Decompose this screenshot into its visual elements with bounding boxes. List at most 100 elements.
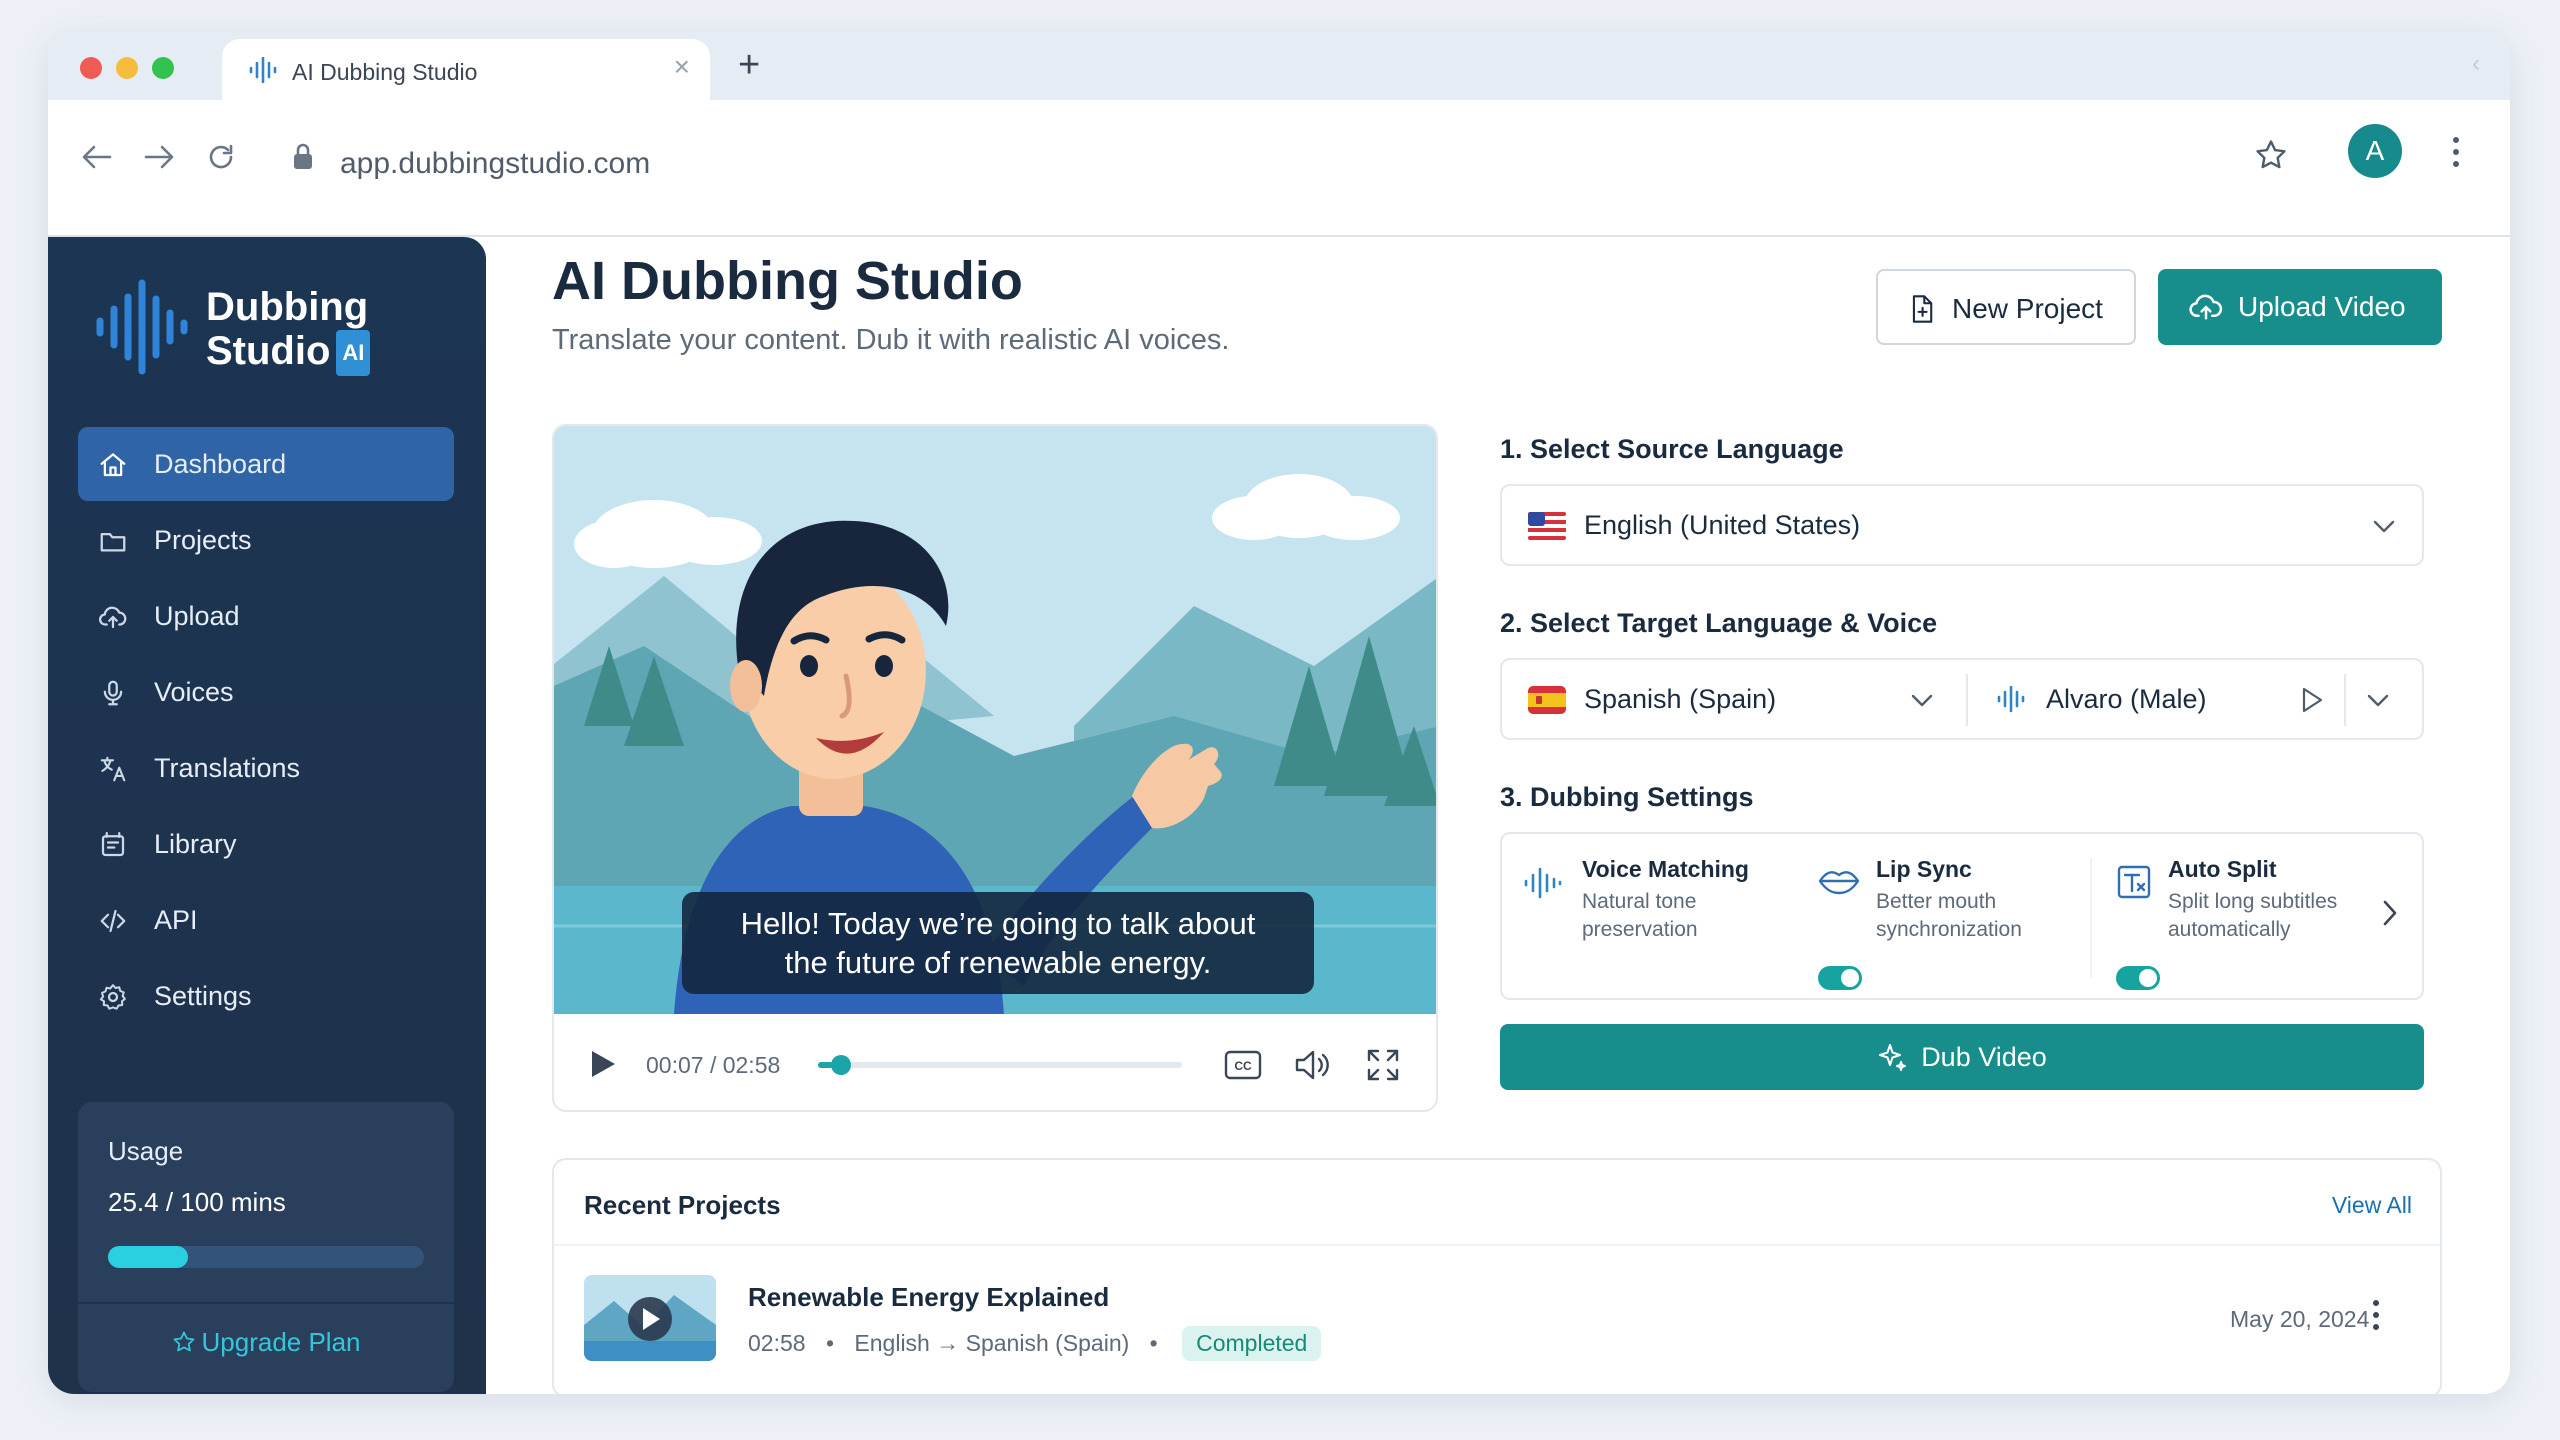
code-icon	[100, 909, 126, 933]
reload-icon[interactable]	[206, 142, 236, 172]
lips-icon	[1818, 871, 1860, 895]
feature-desc-line-2: automatically	[2168, 918, 2291, 941]
usage-divider	[78, 1302, 454, 1304]
page-subtitle: Translate your content. Dub it with real…	[552, 324, 1230, 356]
browser-window: AI Dubbing Studio × + ‹ app.dubbingstudi…	[48, 32, 2510, 1394]
play-icon[interactable]	[588, 1048, 618, 1080]
sidebar-item-translations[interactable]: Translations	[78, 731, 454, 805]
feature-title: Lip Sync	[1876, 856, 1972, 882]
browser-menu-icon[interactable]	[2450, 134, 2462, 170]
sidebar-item-label: Library	[154, 829, 237, 859]
brand-line-2: Studio AI	[206, 329, 371, 376]
auto-split-toggle[interactable]	[2116, 966, 2160, 990]
folder-icon	[100, 533, 126, 552]
play-preview-icon[interactable]	[2300, 686, 2324, 714]
dub-video-button[interactable]: Dub Video	[1500, 1024, 2424, 1090]
feature-title: Voice Matching	[1582, 856, 1749, 882]
sidebar: Dubbing Studio AI Dashboard Projects Uplo…	[48, 237, 486, 1394]
tab-bar: AI Dubbing Studio × + ‹	[48, 32, 2510, 100]
player-controls: 00:07 / 02:58 CC	[554, 1014, 1436, 1110]
new-project-button[interactable]: New Project	[1876, 269, 2136, 345]
upgrade-plan-button[interactable]: Upgrade Plan	[78, 1327, 454, 1358]
project-date: May 20, 2024	[2230, 1306, 2370, 1332]
status-badge: Completed	[1182, 1326, 1322, 1361]
usage-progress-bar	[108, 1246, 424, 1268]
meta-separator: •	[1149, 1330, 1158, 1356]
chevron-right-icon[interactable]	[2380, 898, 2400, 928]
sidebar-item-upload[interactable]: Upload	[78, 579, 454, 653]
sparkle-icon	[1879, 1044, 1907, 1071]
select-divider	[2344, 674, 2346, 726]
dub-video-content: Dub Video	[1500, 1024, 2424, 1090]
source-language-select[interactable]: English (United States)	[1500, 484, 2424, 566]
sidebar-item-dashboard[interactable]: Dashboard	[78, 427, 454, 501]
feature-description: Split long subtitles automatically	[2168, 888, 2337, 944]
feature-desc-line-1: Better mouth	[1876, 890, 1997, 913]
us-flag-icon	[1528, 512, 1566, 540]
row-menu-icon[interactable]	[2370, 1298, 2382, 1332]
project-name: Renewable Energy Explained	[748, 1282, 1110, 1312]
minimize-window-dot[interactable]	[116, 57, 138, 79]
bookmark-star-icon[interactable]	[2254, 138, 2288, 172]
sidebar-item-label: API	[154, 905, 198, 935]
target-language-title: 2. Select Target Language & Voice	[1500, 608, 1938, 638]
source-language-title: 1. Select Source Language	[1500, 434, 1844, 464]
select-divider	[1966, 674, 1968, 726]
back-icon[interactable]	[82, 144, 112, 170]
maximize-window-dot[interactable]	[152, 57, 174, 79]
recent-divider	[554, 1244, 2440, 1246]
fullscreen-icon[interactable]	[1366, 1048, 1400, 1082]
brand-line-2-text: Studio	[206, 329, 331, 373]
sidebar-item-settings[interactable]: Settings	[78, 959, 454, 1033]
svg-text:CC: CC	[1234, 1059, 1252, 1073]
seek-bar-handle[interactable]	[830, 1055, 851, 1075]
user-avatar[interactable]: A	[2348, 124, 2402, 178]
feature-desc-line-2: preservation	[1582, 918, 1698, 941]
voice-select[interactable]: Alvaro (Male)	[1970, 660, 2422, 738]
sidebar-item-projects[interactable]: Projects	[78, 503, 454, 577]
project-thumbnail	[584, 1275, 716, 1361]
feature-description: Natural tone preservation	[1582, 888, 1698, 944]
closed-captions-icon[interactable]: CC	[1224, 1050, 1262, 1080]
feature-desc-line-1: Natural tone	[1582, 890, 1697, 913]
close-window-dot[interactable]	[80, 57, 102, 79]
tab-close-icon[interactable]: ×	[674, 51, 690, 83]
chevron-down-icon[interactable]	[2366, 690, 2390, 710]
sidebar-item-voices[interactable]: Voices	[78, 655, 454, 729]
subtitle-line-1: Hello! Today we’re going to talk about	[740, 906, 1256, 941]
lip-sync-toggle[interactable]	[1818, 966, 1862, 990]
subtitle-split-icon	[2117, 865, 2151, 899]
page-title: AI Dubbing Studio	[552, 251, 1023, 311]
new-document-icon	[1912, 295, 1933, 323]
voice-value: Alvaro (Male)	[2046, 684, 2207, 714]
upload-video-button[interactable]: Upload Video	[2158, 269, 2442, 345]
browser-tab[interactable]: AI Dubbing Studio ×	[222, 39, 710, 100]
project-meta: 02:58 • English → Spanish (Spain) • Comp…	[748, 1326, 1322, 1361]
sidebar-item-library[interactable]: Library	[78, 807, 454, 881]
new-tab-button[interactable]: +	[738, 44, 760, 87]
url-field[interactable]: app.dubbingstudio.com	[340, 147, 650, 181]
usage-label: Usage	[108, 1136, 184, 1166]
video-subtitle: Hello! Today we’re going to talk about t…	[682, 892, 1314, 994]
gear-icon	[99, 984, 126, 1010]
seek-bar[interactable]	[818, 1055, 1182, 1075]
tab-scroll-icon[interactable]: ‹	[2472, 50, 2480, 78]
forward-icon[interactable]	[144, 144, 174, 170]
sidebar-item-api[interactable]: API	[78, 883, 454, 957]
video-player[interactable]: Hello! Today we’re going to talk about t…	[552, 424, 1438, 1112]
translate-icon	[100, 756, 126, 782]
view-all-link[interactable]: View All	[2332, 1192, 2412, 1219]
chevron-down-icon	[2373, 520, 2395, 533]
usage-card: Usage 25.4 / 100 mins Upgrade Plan	[78, 1102, 454, 1392]
target-language-select[interactable]: Spanish (Spain)	[1502, 660, 1962, 738]
recent-projects-card: Recent Projects View All Renewable Energ…	[552, 1158, 2442, 1394]
microphone-icon	[103, 680, 123, 706]
library-icon	[101, 832, 125, 857]
volume-icon[interactable]	[1294, 1048, 1332, 1082]
dubbing-settings-card: Voice Matching Natural tone preservation…	[1500, 832, 2424, 1000]
upload-video-label: Upload Video	[2238, 291, 2406, 322]
brand-logo-icon	[96, 279, 188, 375]
usage-value: 25.4 / 100 mins	[108, 1187, 286, 1218]
waveform-icon	[1524, 867, 1562, 899]
playback-time: 00:07 / 02:58	[646, 1052, 781, 1078]
